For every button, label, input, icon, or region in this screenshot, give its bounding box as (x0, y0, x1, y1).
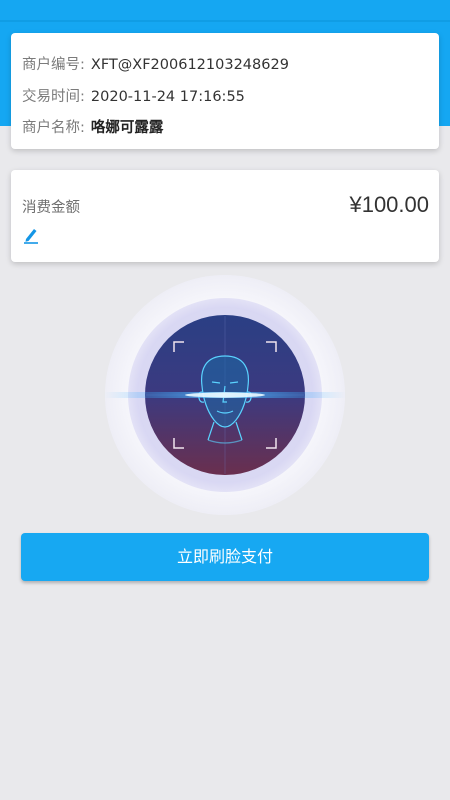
merchant-id-row: 商户编号: XFT@XF200612103248629 (22, 53, 289, 77)
merchant-name-row: 商户名称: 咯娜可露露 (22, 116, 163, 140)
merchant-name-label: 商户名称: (22, 120, 85, 136)
face-scan-area (104, 274, 346, 516)
transaction-time-value: 2020-11-24 17:16:55 (90, 89, 245, 105)
transaction-time-label: 交易时间: (22, 89, 85, 105)
merchant-id-value: XFT@XF200612103248629 (90, 57, 289, 73)
face-pay-button[interactable]: 立即刷脸支付 (21, 533, 429, 581)
merchant-info-card: 商户编号: XFT@XF200612103248629 交易时间: 2020-11-… (11, 33, 439, 149)
merchant-id-label: 商户编号: (22, 57, 85, 73)
amount-card: 消费金额 ¥100.00 (11, 170, 439, 262)
header-divider (0, 20, 450, 22)
pencil-icon[interactable] (22, 226, 40, 244)
merchant-name-value: 咯娜可露露 (90, 120, 164, 136)
face-recognition-icon (104, 275, 346, 515)
transaction-time-row: 交易时间: 2020-11-24 17:16:55 (22, 85, 245, 109)
amount-value: ¥100.00 (349, 192, 429, 217)
amount-label: 消费金额 (22, 200, 80, 216)
